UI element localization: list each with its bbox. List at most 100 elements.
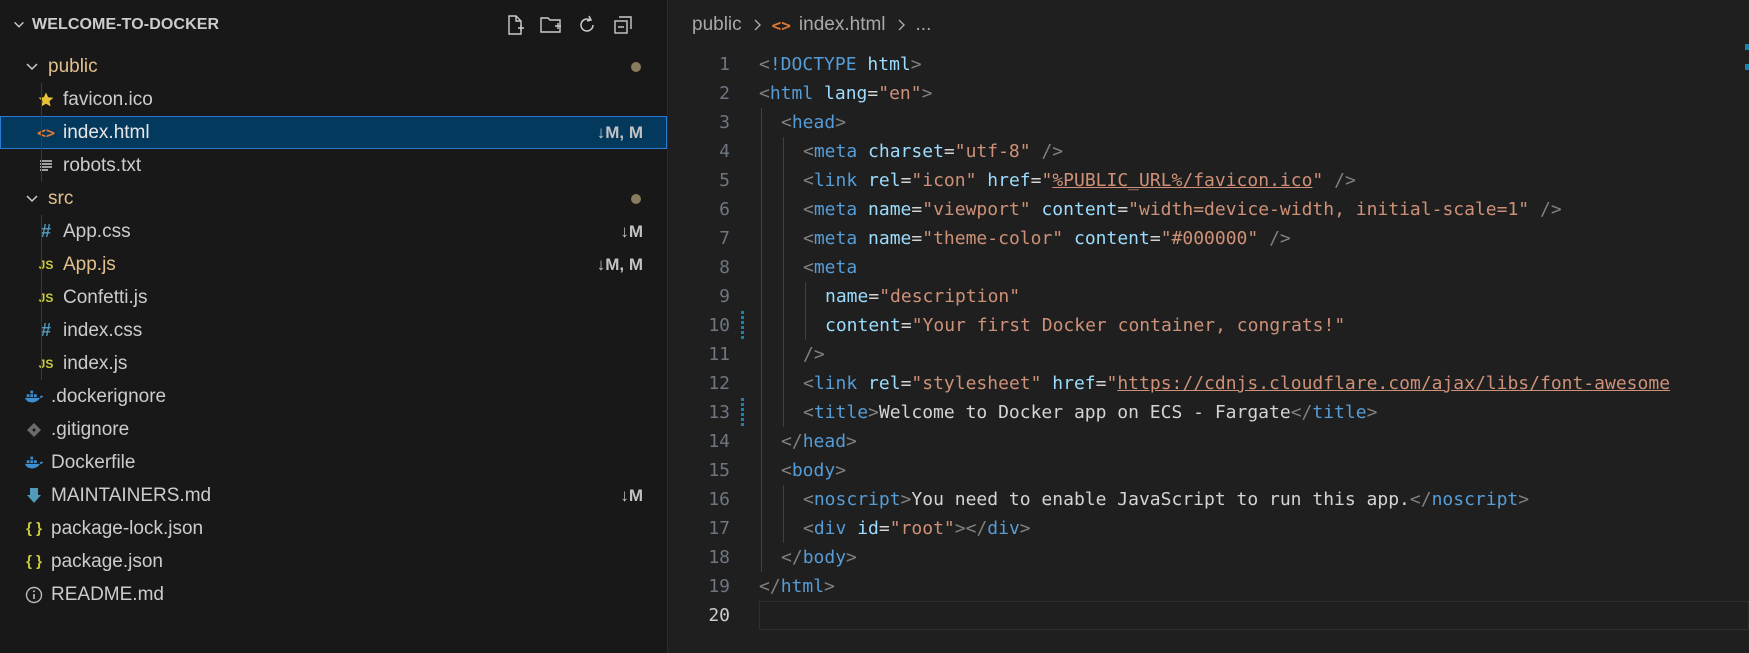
line-number: 15 [708,460,730,481]
code-token: > [846,547,857,568]
code-text: <link rel="stylesheet" href="https://cdn… [803,369,1670,398]
indent-guide [783,224,784,253]
indent-guide [783,514,784,543]
code-token: /> [1269,228,1291,249]
text-file-icon [36,156,56,176]
file-item[interactable]: # App.css ↓M [0,215,667,248]
indent-guide [761,253,762,282]
file-item[interactable]: # index.css [0,314,667,347]
line-number: 12 [708,373,730,394]
chevron-down-icon[interactable] [12,18,26,32]
indent-guide [761,427,762,456]
indent-guide [783,166,784,195]
code-text: <body> [781,456,846,485]
code-token: meta [813,199,858,220]
code-line[interactable]: 7 <meta name="theme-color" content="#0000… [668,224,1749,253]
refresh-icon[interactable] [575,13,599,37]
git-status-badge: ↓M [620,485,643,505]
file-item[interactable]: robots.txt [0,149,667,182]
code-token: body [791,460,836,481]
vscode-window: WELCOME-TO-DOCKER public favicon.ico <> ind… [0,0,1749,653]
file-item[interactable]: { } package.json [0,545,667,578]
docker-icon [24,453,44,473]
chevron-down-icon[interactable] [24,59,40,75]
code-line[interactable]: 17 <div id="root"></div> [668,514,1749,543]
file-label: favicon.ico [63,88,153,110]
code-token: "utf-8" [954,141,1031,162]
code-line[interactable]: 3 <head> [668,108,1749,137]
code-token: div [987,518,1020,539]
indent-guide [805,311,806,340]
code-token: name [868,228,912,249]
json-icon: { } [26,553,42,570]
code-line[interactable]: 14 </head> [668,427,1749,456]
code-token: < [803,228,814,249]
folder-item-src[interactable]: src [0,182,667,215]
line-number: 20 [708,605,730,626]
file-label: .dockerignore [51,385,167,407]
code-line[interactable]: 5 <link rel="icon" href="%PUBLIC_URL%/fav… [668,166,1749,195]
breadcrumb: public <> index.html ... [668,0,1749,50]
file-item[interactable]: .dockerignore [0,380,667,413]
line-number: 17 [708,518,730,539]
new-folder-icon[interactable] [539,13,563,37]
code-token: content [1073,228,1150,249]
code-token: = [900,315,912,336]
code-token: You need to enable JavaScript to run thi… [911,489,1410,510]
code-line[interactable]: 19 </html> [668,572,1749,601]
file-item[interactable]: Dockerfile [0,446,667,479]
file-item[interactable]: JS index.js [0,347,667,380]
breadcrumb-more[interactable]: ... [916,14,932,36]
file-item[interactable]: .gitignore [0,413,667,446]
code-token: "#000000" [1160,228,1259,249]
file-item[interactable]: { } package-lock.json [0,512,667,545]
code-line[interactable]: 16 <noscript>You need to enable JavaScrip… [668,485,1749,514]
file-item[interactable]: favicon.ico [0,83,667,116]
code-token: !DOCTYPE [769,54,857,75]
indent-guide [761,282,762,311]
code-token: </ [781,547,803,568]
code-line[interactable]: 13 <title>Welcome to Docker app on ECS - … [668,398,1749,427]
code-line[interactable]: 10 content="Your first Docker container, … [668,311,1749,340]
code-line[interactable]: 11 /> [668,340,1749,369]
new-file-icon[interactable] [503,13,527,37]
line-number: 14 [708,431,730,452]
code-token: charset [868,141,944,162]
line-number: 8 [719,257,730,278]
code-text: /> [803,340,825,369]
chevron-down-icon[interactable] [24,191,40,207]
code-editor[interactable]: 1 <!DOCTYPE html> 2 <html lang="en"> 3 <head>… [668,50,1749,630]
code-token: "Your first Docker container, congrats!" [911,315,1346,336]
code-line[interactable]: 9 name="description" [668,282,1749,311]
breadcrumb-file[interactable]: index.html [799,14,886,36]
file-item[interactable]: <> index.html ↓M, M [0,116,667,149]
line-number: 10 [708,315,730,336]
code-token: html [769,83,814,104]
line-number: 9 [719,286,730,307]
code-line[interactable]: 2 <html lang="en"> [668,79,1749,108]
code-line[interactable]: 20 [668,601,1749,630]
code-line[interactable]: 12 <link rel="stylesheet" href="https://c… [668,369,1749,398]
code-line[interactable]: 18 </body> [668,543,1749,572]
file-item[interactable]: JS Confetti.js [0,281,667,314]
code-line[interactable]: 1 <!DOCTYPE html> [668,50,1749,79]
line-number: 18 [708,547,730,568]
code-line[interactable]: 4 <meta charset="utf-8" /> [668,137,1749,166]
code-line[interactable]: 8 <meta [668,253,1749,282]
indent-guide [783,253,784,282]
file-item[interactable]: MAINTAINERS.md ↓M [0,479,667,512]
folder-item-public[interactable]: public [0,50,667,83]
file-item[interactable]: JS App.js ↓M, M [0,248,667,281]
code-token: = [911,228,923,249]
code-line[interactable]: 15 <body> [668,456,1749,485]
code-line[interactable]: 6 <meta name="viewport" content="width=de… [668,195,1749,224]
file-item[interactable]: README.md [0,578,667,611]
code-token: "icon" [911,170,977,191]
collapse-all-icon[interactable] [611,13,635,37]
breadcrumb-folder[interactable]: public [692,14,742,36]
info-icon [24,585,44,605]
